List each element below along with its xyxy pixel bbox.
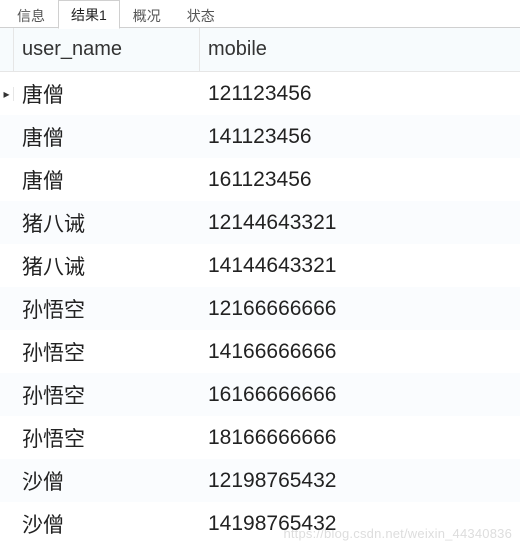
cell-mobile[interactable]: 141123456 [200, 125, 520, 149]
cell-username[interactable]: 唐僧 [14, 122, 200, 152]
cell-mobile[interactable]: 12198765432 [200, 469, 520, 493]
cell-username[interactable]: 唐僧 [14, 79, 200, 109]
table-row[interactable]: 孙悟空16166666666 [0, 373, 520, 416]
table-row[interactable]: 唐僧141123456 [0, 115, 520, 158]
cell-mobile[interactable]: 14144643321 [200, 254, 520, 278]
cell-mobile[interactable]: 18166666666 [200, 426, 520, 450]
table-row[interactable]: 孙悟空12166666666 [0, 287, 520, 330]
cell-username[interactable]: 猪八诫 [14, 208, 200, 238]
cell-username[interactable]: 孙悟空 [14, 337, 200, 367]
grid-body: 唐僧121123456唐僧141123456唐僧161123456猪八诫1214… [0, 72, 520, 545]
cell-mobile[interactable]: 12144643321 [200, 211, 520, 235]
cell-mobile[interactable]: 16166666666 [200, 383, 520, 407]
column-header-username[interactable]: user_name [14, 28, 200, 71]
table-row[interactable]: 孙悟空18166666666 [0, 416, 520, 459]
cell-username[interactable]: 唐僧 [14, 165, 200, 195]
tab-status[interactable]: 状态 [174, 1, 228, 29]
cell-username[interactable]: 孙悟空 [14, 380, 200, 410]
cell-username[interactable]: 猪八诫 [14, 251, 200, 281]
table-row[interactable]: 猪八诫14144643321 [0, 244, 520, 287]
cell-username[interactable]: 沙僧 [14, 466, 200, 496]
table-row[interactable]: 唐僧161123456 [0, 158, 520, 201]
cell-mobile[interactable]: 12166666666 [200, 297, 520, 321]
row-indicator-icon [0, 87, 14, 101]
cell-username[interactable]: 沙僧 [14, 509, 200, 539]
cell-mobile[interactable]: 14198765432 [200, 512, 520, 536]
grid-gutter-header [0, 28, 14, 71]
tab-result1[interactable]: 结果1 [58, 0, 120, 29]
cell-mobile[interactable]: 161123456 [200, 168, 520, 192]
tab-info[interactable]: 信息 [4, 1, 58, 29]
table-row[interactable]: 沙僧14198765432 [0, 502, 520, 545]
table-row[interactable]: 沙僧12198765432 [0, 459, 520, 502]
tab-bar: 信息 结果1 概况 状态 [0, 0, 520, 28]
result-grid: user_name mobile 唐僧121123456唐僧141123456唐… [0, 28, 520, 545]
cell-mobile[interactable]: 14166666666 [200, 340, 520, 364]
cell-username[interactable]: 孙悟空 [14, 423, 200, 453]
table-row[interactable]: 猪八诫12144643321 [0, 201, 520, 244]
tab-overview[interactable]: 概况 [120, 1, 174, 29]
grid-header-row: user_name mobile [0, 28, 520, 72]
cell-mobile[interactable]: 121123456 [200, 82, 520, 106]
table-row[interactable]: 孙悟空14166666666 [0, 330, 520, 373]
column-header-mobile[interactable]: mobile [200, 28, 520, 71]
table-row[interactable]: 唐僧121123456 [0, 72, 520, 115]
cell-username[interactable]: 孙悟空 [14, 294, 200, 324]
